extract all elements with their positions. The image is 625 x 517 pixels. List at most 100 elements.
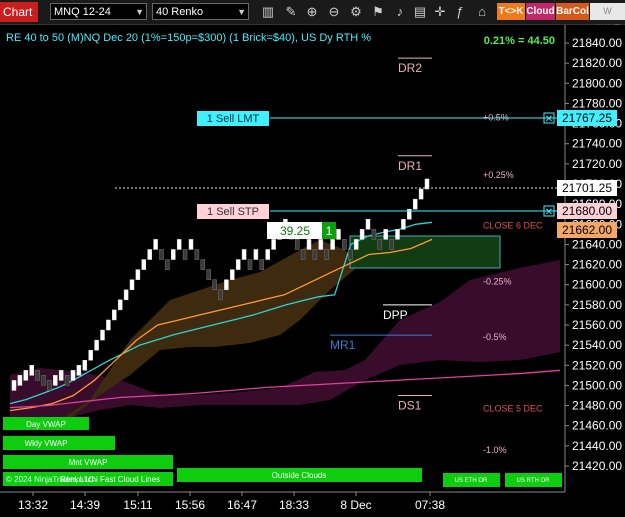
outside-clouds-label: Outside Clouds <box>272 471 327 480</box>
y-tick-label: 21460.00 <box>572 419 622 433</box>
y-tick-label: 21820.00 <box>572 56 622 70</box>
x-tick-label: 15:56 <box>175 498 205 512</box>
renko-brick <box>58 370 64 381</box>
renko-brick <box>171 249 176 260</box>
pivot-label: DR1 <box>398 159 422 173</box>
strategy-icon[interactable]: ⚑ <box>370 3 386 20</box>
renko-brick <box>47 380 52 391</box>
x-tick-label: 15:11 <box>123 498 152 512</box>
renko-brick <box>383 229 388 240</box>
renko-brick <box>141 259 147 270</box>
draw-icon[interactable]: ✎ <box>283 3 299 20</box>
day-vwap-label: Day VWAP <box>26 420 66 429</box>
y-tick-label: 21440.00 <box>572 439 622 453</box>
y-tick-label: 21560.00 <box>572 318 622 332</box>
sell-stp-price: 21680.00 <box>562 204 612 218</box>
chart-toolbar: Chart MNQ 12-24 ▼ 40 Renko ▼ ▥ ✎ ⊕ ⊖ ⚙ ⚑… <box>0 0 625 33</box>
renko-brick <box>123 289 129 301</box>
renko-brick <box>76 365 82 376</box>
renko-brick <box>371 229 377 240</box>
close-icon[interactable]: ✕ <box>545 207 553 218</box>
renko-brick <box>117 299 123 311</box>
renko-brick <box>200 259 206 270</box>
chevron-down-icon: ▼ <box>237 7 246 17</box>
chart-menu-button[interactable]: Chart <box>0 2 38 22</box>
percent-label: CLOSE 5 DEC <box>483 404 543 414</box>
lock-icon[interactable]: ⌂ <box>474 3 490 20</box>
renko-brick <box>64 375 70 386</box>
pivot-label: DPP <box>383 308 408 322</box>
position-qty: 1 <box>326 224 333 238</box>
y-tick-label: 21620.00 <box>572 258 622 272</box>
renko-brick <box>330 239 335 250</box>
renko-brick <box>418 188 424 200</box>
cloud-lines-label: Renko Ichi Fast Cloud Lines <box>60 475 160 484</box>
renko-brick <box>306 239 312 250</box>
instrument-value: MNQ 12-24 <box>54 6 111 18</box>
renko-brick <box>342 239 347 250</box>
properties-icon[interactable]: ⚙ <box>348 3 364 20</box>
renko-brick <box>359 229 365 240</box>
renko-brick <box>412 198 418 210</box>
position-pnl: 39.25 <box>280 224 310 238</box>
y-tick-label: 21420.00 <box>572 459 622 473</box>
barcol-button[interactable]: BarCol <box>556 3 589 20</box>
template-icon[interactable]: ▤ <box>412 3 428 20</box>
bar-type-selector[interactable]: 40 Renko ▼ <box>152 3 249 20</box>
sell-lmt-label: 1 Sell LMT <box>207 113 260 125</box>
y-tick-label: 21540.00 <box>572 338 622 352</box>
close-icon[interactable]: ✕ <box>545 114 553 125</box>
renko-brick <box>212 279 217 290</box>
renko-brick <box>41 375 46 386</box>
bars-icon[interactable]: ▥ <box>260 3 276 20</box>
last-price: 21701.25 <box>562 181 612 195</box>
zoom-out-icon[interactable]: ⊖ <box>326 3 342 20</box>
y-tick-label: 21720.00 <box>572 157 622 171</box>
chart-title: RE 40 to 50 (M)NQ Dec 20 (1%=150p=$300) … <box>6 32 371 44</box>
y-tick-label: 21840.00 <box>572 36 622 50</box>
y-tick-label: 21600.00 <box>572 278 622 292</box>
renko-brick <box>259 259 265 270</box>
zoom-in-icon[interactable]: ⊕ <box>304 3 320 20</box>
renko-brick <box>35 370 40 381</box>
chart-panel[interactable]: 21840.0021820.0021800.0021780.0021760.00… <box>0 25 625 517</box>
renko-brick <box>194 249 200 260</box>
renko-brick <box>153 239 158 250</box>
renko-brick <box>17 375 23 386</box>
mnt-vwap-label: Mnt VWAP <box>69 458 108 467</box>
renko-brick <box>206 269 211 280</box>
tk-button[interactable]: T<>K <box>497 3 525 20</box>
renko-brick <box>182 249 188 260</box>
renko-brick <box>312 249 318 260</box>
renko-brick <box>247 259 253 270</box>
renko-brick <box>147 249 152 260</box>
renko-brick <box>29 365 34 376</box>
percent-label: -0.5% <box>483 332 507 342</box>
x-tick-label: 14:39 <box>70 498 100 512</box>
renko-brick <box>165 259 170 270</box>
crosshair-icon[interactable]: ✛ <box>432 3 448 20</box>
y-tick-label: 21780.00 <box>572 96 622 110</box>
renko-brick <box>253 249 259 260</box>
sell-stp-label: 1 Sell STP <box>207 206 259 218</box>
indicator-icon[interactable]: ƒ <box>452 3 468 20</box>
y-tick-label: 21500.00 <box>572 378 622 392</box>
renko-brick <box>23 370 29 381</box>
w-wave-button[interactable]: W WAVE <box>590 3 625 33</box>
renko-brick <box>336 229 341 240</box>
alert-icon[interactable]: ♪ <box>392 3 408 20</box>
renko-brick <box>159 249 164 260</box>
pivot-label: DS1 <box>398 399 422 413</box>
y-tick-label: 21740.00 <box>572 137 622 151</box>
wkly-vwap-label: Wkly VWAP <box>25 439 68 448</box>
renko-brick <box>82 360 88 371</box>
percent-label: +0.25% <box>483 170 514 180</box>
pivot-label: MR1 <box>330 338 356 352</box>
renko-brick <box>70 370 76 381</box>
renko-brick <box>300 249 306 260</box>
cloud-button[interactable]: Cloud <box>526 3 555 20</box>
renko-brick <box>294 239 300 250</box>
us-rth-or-label: US RTH OR <box>517 478 551 484</box>
renko-brick <box>188 239 194 250</box>
instrument-selector[interactable]: MNQ 12-24 ▼ <box>50 3 147 20</box>
